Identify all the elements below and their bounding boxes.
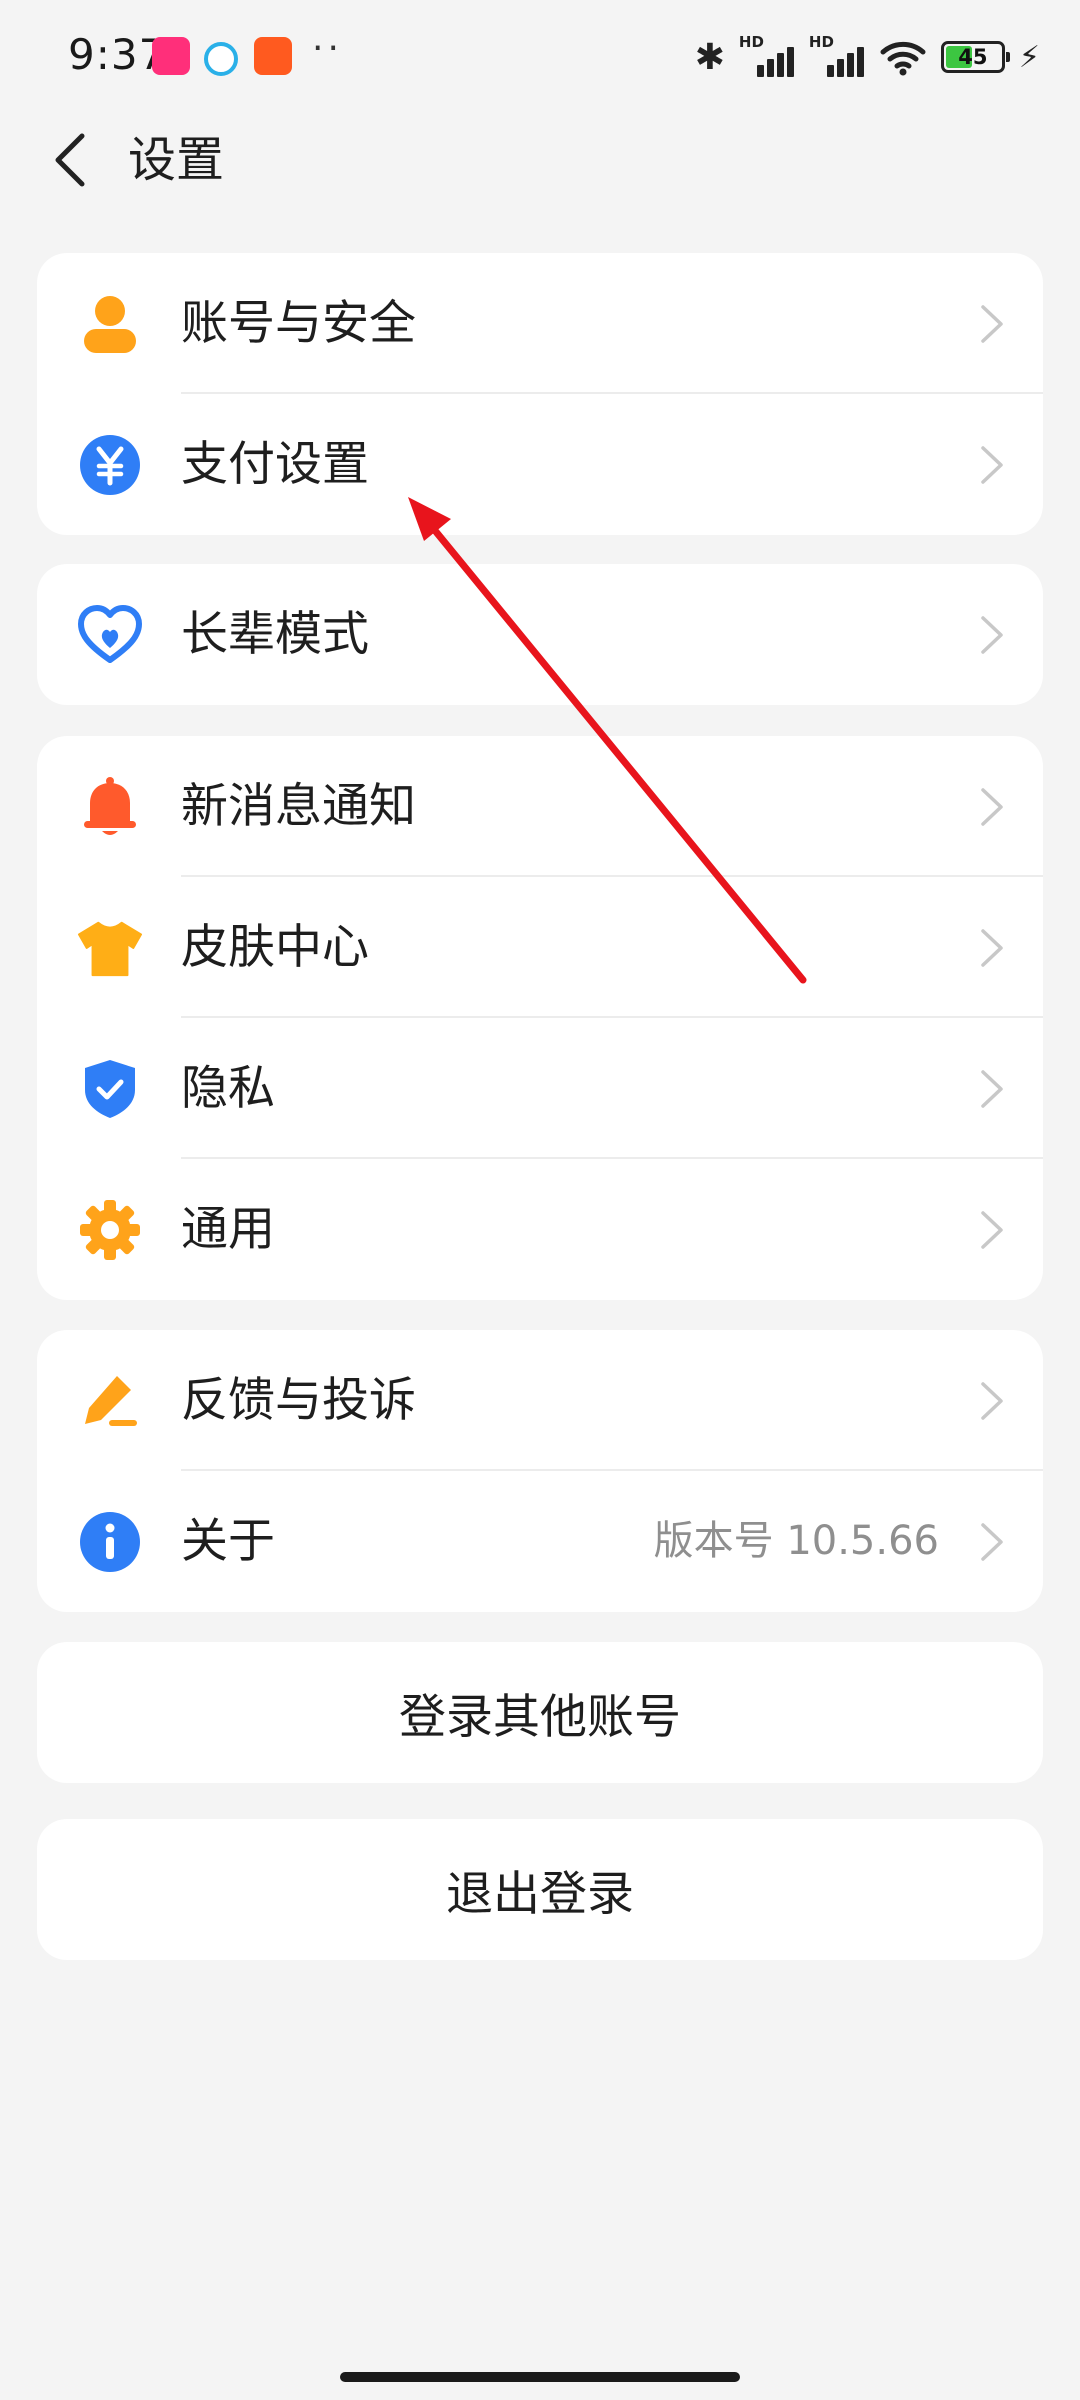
settings-item-general[interactable]: 通用 <box>37 1159 1043 1300</box>
battery-icon: 45 <box>940 41 1010 73</box>
settings-item-elder-mode[interactable]: 长辈模式 <box>37 564 1043 705</box>
header: 设置 <box>0 110 1080 210</box>
chevron-right-icon <box>981 1070 1003 1108</box>
settings-item-privacy[interactable]: 隐私 <box>37 1018 1043 1159</box>
settings-item-label: 反馈与投诉 <box>181 1373 416 1428</box>
gear-icon <box>77 1197 143 1263</box>
settings-item-label: 隐私 <box>181 1061 275 1116</box>
logout-button[interactable]: 退出登录 <box>37 1819 1043 1960</box>
wifi-icon <box>880 41 926 76</box>
settings-item-label: 长辈模式 <box>181 607 369 662</box>
chevron-right-icon <box>981 305 1003 343</box>
shield-icon <box>77 1056 143 1122</box>
chevron-right-icon <box>981 1211 1003 1249</box>
info-icon <box>77 1509 143 1575</box>
chevron-right-icon <box>981 788 1003 826</box>
switch-account-button[interactable]: 登录其他账号 <box>37 1642 1043 1783</box>
chevron-right-icon <box>981 616 1003 654</box>
bell-icon <box>77 774 143 840</box>
chat-notification-icon <box>204 42 238 76</box>
charging-icon: ⚡ <box>1018 39 1040 75</box>
shopping-notification-icon <box>254 37 292 75</box>
page-title: 设置 <box>128 132 225 188</box>
chevron-right-icon <box>981 1523 1003 1561</box>
yuan-icon <box>77 432 143 498</box>
settings-item-payment[interactable]: 支付设置 <box>37 394 1043 535</box>
tshirt-icon <box>77 915 143 981</box>
settings-item-skin-center[interactable]: 皮肤中心 <box>37 877 1043 1018</box>
settings-item-label: 支付设置 <box>181 437 369 492</box>
settings-item-account-security[interactable]: 账号与安全 <box>37 253 1043 394</box>
bluetooth-icon: ✱ <box>694 36 725 78</box>
settings-item-label: 账号与安全 <box>181 296 416 351</box>
settings-group-elder: 长辈模式 <box>37 564 1043 705</box>
settings-item-label: 关于 <box>181 1514 275 1569</box>
settings-item-about[interactable]: 关于 版本号 10.5.66 <box>37 1471 1043 1612</box>
home-indicator[interactable] <box>340 2372 740 2382</box>
chevron-right-icon <box>981 929 1003 967</box>
version-label: 版本号 10.5.66 <box>653 1518 939 1564</box>
signal-icon: HD <box>739 33 795 77</box>
edit-icon <box>77 1368 143 1434</box>
settings-group-about: 反馈与投诉 关于 版本号 10.5.66 <box>37 1330 1043 1612</box>
settings-group-general: 新消息通知 皮肤中心 隐私 通用 <box>37 736 1043 1300</box>
app-notification-icon <box>152 37 190 75</box>
chevron-right-icon <box>981 1382 1003 1420</box>
user-icon <box>77 291 143 357</box>
heart-icon <box>77 602 143 668</box>
back-button[interactable] <box>38 128 102 192</box>
settings-item-notifications[interactable]: 新消息通知 <box>37 736 1043 877</box>
signal-icon: HD <box>809 33 865 77</box>
settings-item-label: 新消息通知 <box>181 779 416 834</box>
settings-group-account: 账号与安全 支付设置 <box>37 253 1043 535</box>
back-arrow-icon <box>55 133 85 187</box>
settings-item-feedback[interactable]: 反馈与投诉 <box>37 1330 1043 1471</box>
more-notifications-indicator: ·· <box>312 28 343 69</box>
settings-item-label: 通用 <box>181 1202 275 1257</box>
settings-item-label: 皮肤中心 <box>181 920 369 975</box>
chevron-right-icon <box>981 446 1003 484</box>
status-bar: 9:37 ·· ✱ HD HD 45 ⚡ <box>0 0 1080 115</box>
